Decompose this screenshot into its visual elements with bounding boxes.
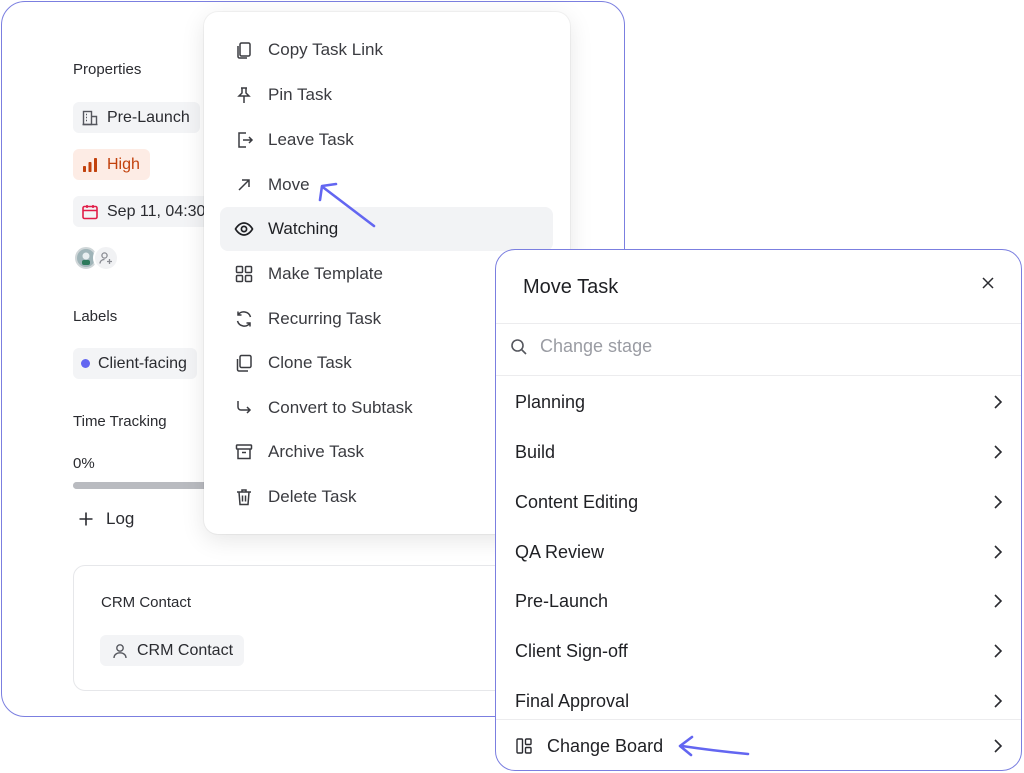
chevron-right-icon <box>994 545 1003 559</box>
template-icon <box>235 265 253 283</box>
clone-icon <box>236 354 252 372</box>
stage-chip[interactable]: Pre-Launch <box>73 102 200 133</box>
stage-option-label: Build <box>515 441 556 462</box>
stage-option-label: Planning <box>515 391 586 412</box>
due-date-label: Sep 11, 04:30 <box>107 202 206 220</box>
crm-contact-section: CRM Contact CRM Contact <box>73 565 513 691</box>
menu-item-label: Copy Task Link <box>268 40 383 59</box>
assignees <box>73 245 119 271</box>
due-date-chip[interactable]: Sep 11, 04:30 <box>73 196 216 227</box>
time-tracking-progress-fill <box>73 482 213 489</box>
log-time-label: Log <box>106 509 135 528</box>
divider <box>496 323 1021 324</box>
search-icon <box>511 338 527 355</box>
change-board-label: Change Board <box>547 735 664 756</box>
priority-chip[interactable]: High <box>73 149 150 180</box>
add-assignee-button[interactable] <box>93 245 119 271</box>
chevron-right-icon <box>994 739 1003 753</box>
stage-option-build[interactable]: Build <box>496 427 1021 477</box>
menu-item-copy-task-link[interactable]: Copy Task Link <box>220 28 553 72</box>
stage-option-label: QA Review <box>515 541 605 562</box>
menu-item-label: Archive Task <box>268 442 365 461</box>
stage-option-client-sign-off[interactable]: Client Sign-off <box>496 626 1021 676</box>
crm-contact-heading: CRM Contact <box>101 594 192 611</box>
move-task-dialog: Move Task Planning Build Content Editing… <box>495 249 1022 771</box>
stage-option-qa-review[interactable]: QA Review <box>496 527 1021 577</box>
menu-item-label: Clone Task <box>268 353 352 372</box>
close-icon <box>982 277 994 289</box>
chevron-right-icon <box>994 395 1003 409</box>
menu-item-watching[interactable]: Watching <box>220 207 553 251</box>
user-icon <box>113 643 127 658</box>
building-icon <box>82 110 98 125</box>
close-button[interactable] <box>975 270 1001 296</box>
divider <box>496 375 1021 376</box>
time-tracking-progress <box>73 482 213 489</box>
stage-option-label: Pre-Launch <box>515 590 609 611</box>
arrow-up-right-icon <box>238 179 250 191</box>
board-icon <box>516 738 532 754</box>
priority-chip-label: High <box>107 155 140 173</box>
label-chip[interactable]: Client-facing <box>73 348 197 379</box>
menu-item-label: Make Template <box>268 264 383 283</box>
properties-heading: Properties <box>73 61 142 78</box>
time-tracking-percent: 0% <box>73 455 95 472</box>
crm-contact-chip[interactable]: CRM Contact <box>100 635 245 666</box>
pin-icon <box>237 87 251 103</box>
stage-search-input[interactable] <box>540 336 960 357</box>
leave-icon <box>238 132 254 148</box>
time-tracking-heading: Time Tracking <box>73 413 167 430</box>
crm-contact-chip-label: CRM Contact <box>137 641 234 659</box>
menu-item-label: Pin Task <box>268 85 332 104</box>
menu-item-leave-task[interactable]: Leave Task <box>220 118 553 162</box>
stage-option-content-editing[interactable]: Content Editing <box>496 477 1021 527</box>
menu-item-pin-task[interactable]: Pin Task <box>220 73 553 117</box>
stage-chip-label: Pre-Launch <box>107 108 190 126</box>
plus-icon <box>79 512 93 526</box>
menu-item-move[interactable]: Move <box>220 163 553 207</box>
label-chip-text: Client-facing <box>98 354 187 372</box>
change-board-button[interactable]: Change Board <box>496 720 1021 770</box>
recurring-icon <box>236 311 252 327</box>
labels-heading: Labels <box>73 308 118 325</box>
label-dot <box>81 359 90 368</box>
menu-item-label: Recurring Task <box>268 309 382 328</box>
menu-item-label: Watching <box>268 219 339 238</box>
trash-icon <box>237 489 251 506</box>
stage-option-pre-launch[interactable]: Pre-Launch <box>496 576 1021 626</box>
eye-icon <box>234 222 254 236</box>
log-time-button[interactable]: Log <box>78 509 134 529</box>
add-user-icon <box>99 252 112 264</box>
stage-search <box>510 336 960 357</box>
chevron-right-icon <box>994 445 1003 459</box>
bar-chart-icon <box>83 157 97 172</box>
dialog-title: Move Task <box>523 276 619 298</box>
chevron-right-icon <box>994 644 1003 658</box>
menu-item-label: Move <box>268 175 310 194</box>
menu-item-label: Delete Task <box>268 487 357 506</box>
subtask-arrow-icon <box>237 401 252 414</box>
chevron-right-icon <box>994 594 1003 608</box>
stage-option-label: Content Editing <box>515 491 639 512</box>
menu-item-label: Convert to Subtask <box>268 398 413 417</box>
stage-option-label: Final Approval <box>515 690 630 711</box>
archive-icon <box>235 444 253 460</box>
copy-link-icon <box>237 42 251 59</box>
stage-option-label: Client Sign-off <box>515 640 628 661</box>
chevron-right-icon <box>994 694 1003 708</box>
calendar-icon <box>82 204 98 219</box>
chevron-right-icon <box>994 495 1003 509</box>
menu-item-label: Leave Task <box>268 130 354 149</box>
stage-option-planning[interactable]: Planning <box>496 377 1021 427</box>
